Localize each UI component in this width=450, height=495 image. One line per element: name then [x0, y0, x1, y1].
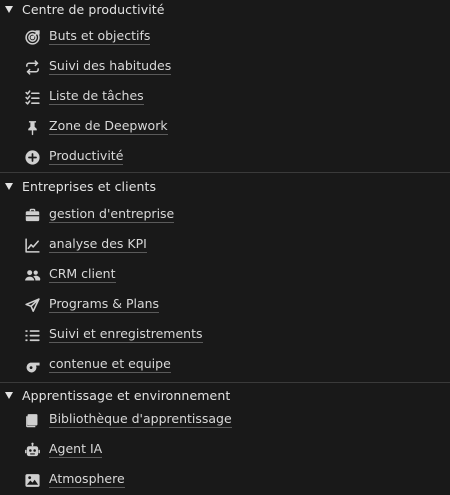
nav-item-label: Bibliothèque d'apprentissage [49, 411, 232, 428]
target-icon [24, 29, 41, 46]
nav-item-label: CRM client [49, 266, 116, 283]
nav-item-label: Suivi et enregistrements [49, 326, 203, 343]
caret-down-icon[interactable] [4, 391, 14, 401]
section-title: Centre de productivité [22, 2, 165, 17]
nav-item-atmosphere[interactable]: Atmosphere [0, 465, 450, 495]
nav-item-label: Buts et objectifs [49, 28, 151, 45]
section-header-productivity[interactable]: Centre de productivité [0, 0, 450, 19]
nav-item-crm-client[interactable]: CRM client [0, 260, 450, 290]
nav-item-buts-objectifs[interactable]: Buts et objectifs [0, 22, 450, 52]
section-title: Apprentissage et environnement [22, 388, 231, 403]
nav-item-zone-deepwork[interactable]: Zone de Deepwork [0, 112, 450, 142]
nav-item-suivi-habitudes[interactable]: Suivi des habitudes [0, 52, 450, 82]
nav-item-agent-ia[interactable]: Agent IA [0, 435, 450, 465]
section-divider [0, 172, 450, 173]
repeat-icon [24, 59, 41, 76]
landscape-icon [24, 472, 41, 489]
whistle-icon [24, 357, 41, 374]
nav-item-liste-taches[interactable]: Liste de tâches [0, 82, 450, 112]
checklist-icon [24, 89, 41, 106]
caret-down-icon[interactable] [4, 5, 14, 15]
nav-item-label: Atmosphere [49, 471, 125, 488]
people-icon [24, 267, 41, 284]
caret-down-icon[interactable] [4, 182, 14, 192]
chart-line-icon [24, 237, 41, 254]
nav-item-suivi-enregistrements[interactable]: Suivi et enregistrements [0, 320, 450, 350]
section-learning: Apprentissage et environnement Bibliothè… [0, 386, 450, 495]
section-header-business[interactable]: Entreprises et clients [0, 177, 450, 196]
paper-plane-icon [24, 297, 41, 314]
list-icon [24, 327, 41, 344]
section-productivity: Centre de productivité Buts et objectifs… [0, 0, 450, 172]
nav-item-analyse-kpi[interactable]: analyse des KPI [0, 230, 450, 260]
briefcase-icon [24, 207, 41, 224]
section-header-learning[interactable]: Apprentissage et environnement [0, 386, 450, 405]
nav-item-gestion-entreprise[interactable]: gestion d'entreprise [0, 200, 450, 230]
section-title: Entreprises et clients [22, 179, 157, 194]
nav-item-label: Liste de tâches [49, 88, 144, 105]
section-divider [0, 382, 450, 383]
book-icon [24, 412, 41, 429]
nav-item-label: Programs & Plans [49, 296, 160, 313]
plus-circle-icon [24, 149, 41, 166]
nav-item-label: Suivi des habitudes [49, 58, 172, 75]
pin-icon [24, 119, 41, 136]
nav-item-label: gestion d'entreprise [49, 206, 175, 223]
nav-item-label: Productivité [49, 148, 124, 165]
nav-item-label: Agent IA [49, 441, 103, 458]
nav-item-productivite[interactable]: Productivité [0, 142, 450, 172]
nav-item-bibliotheque[interactable]: Bibliothèque d'apprentissage [0, 405, 450, 435]
nav-item-label: Zone de Deepwork [49, 118, 168, 135]
nav-item-label: contenue et equipe [49, 356, 171, 373]
robot-icon [24, 442, 41, 459]
nav-item-programs-plans[interactable]: Programs & Plans [0, 290, 450, 320]
nav-item-label: analyse des KPI [49, 236, 147, 253]
nav-item-contenue-equipe[interactable]: contenue et equipe [0, 350, 450, 380]
section-business: Entreprises et clients gestion d'entrepr… [0, 177, 450, 380]
